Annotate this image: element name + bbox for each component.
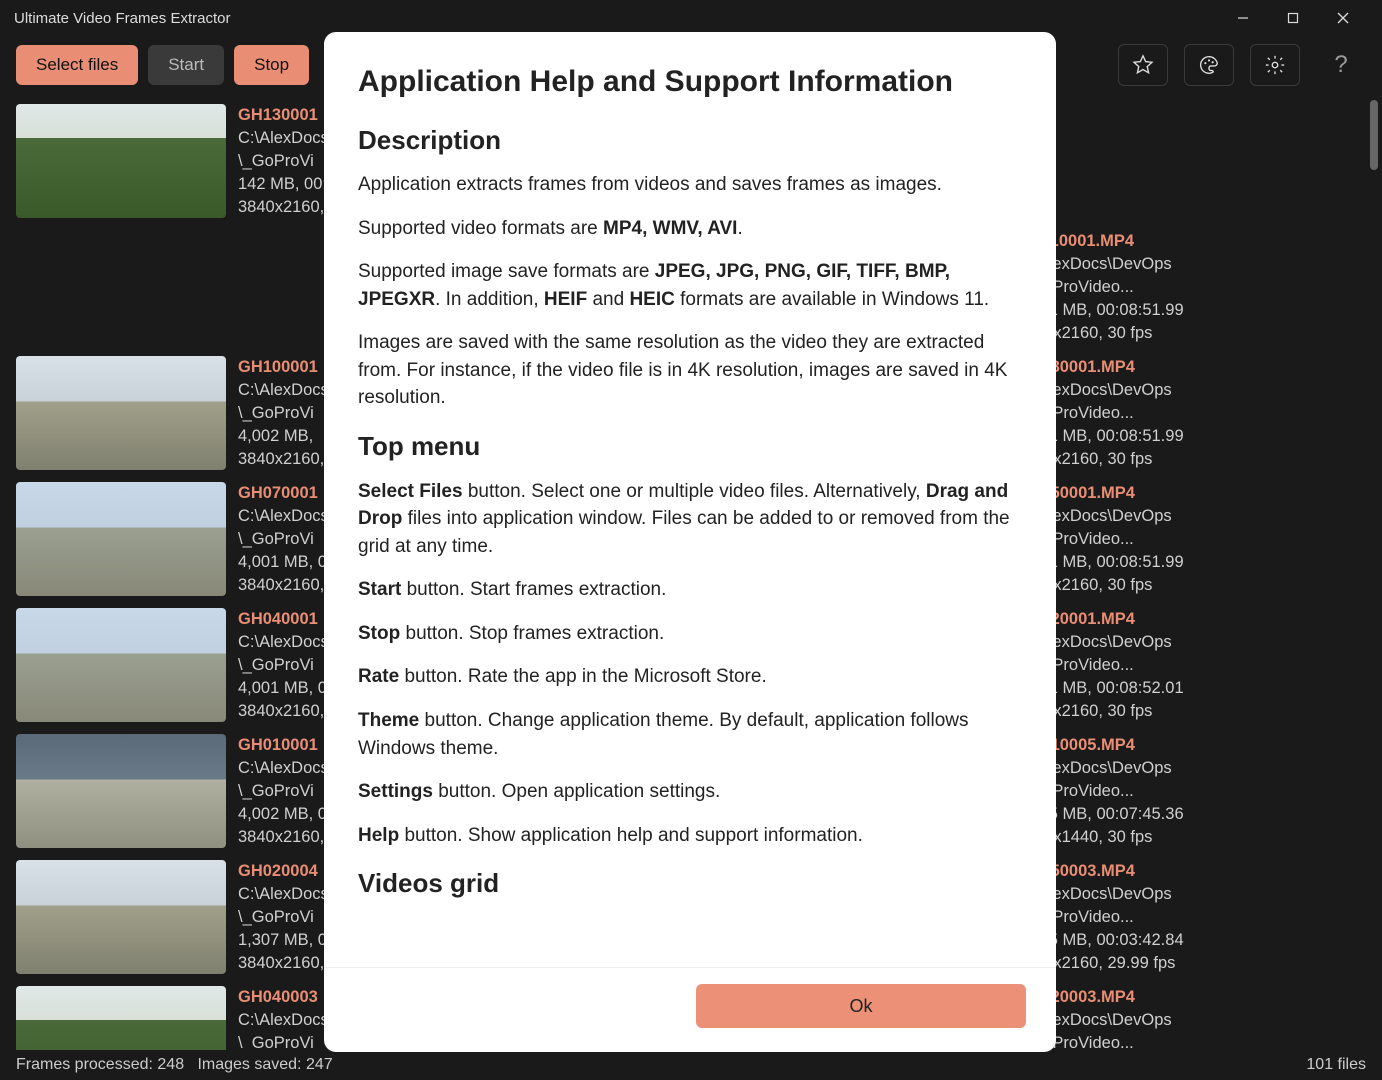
text-span: Supported video formats are (358, 218, 603, 239)
text-bold: Help (358, 825, 399, 846)
text-span: and (587, 289, 629, 310)
text-span: Supported image save formats are (358, 261, 655, 282)
help-h-description: Description (358, 122, 1022, 160)
help-p-desc2: Supported video formats are MP4, WMV, AV… (358, 215, 1022, 243)
text-bold: Start (358, 579, 401, 600)
help-modal-footer: Ok (324, 967, 1056, 1052)
help-tm2: Start button. Start frames extraction. (358, 576, 1022, 604)
help-tm6: Settings button. Open application settin… (358, 778, 1022, 806)
app-window: Ultimate Video Frames Extractor Select f… (0, 0, 1382, 1080)
help-tm4: Rate button. Rate the app in the Microso… (358, 663, 1022, 691)
text-span: button. Open application settings. (433, 781, 720, 802)
text-bold: MP4, WMV, AVI (603, 218, 737, 239)
help-modal: Application Help and Support Information… (324, 32, 1056, 1052)
help-modal-body[interactable]: Application Help and Support Information… (324, 32, 1056, 967)
text-span: button. Select one or multiple video fil… (463, 481, 926, 502)
text-bold: HEIC (629, 289, 674, 310)
modal-backdrop: Application Help and Support Information… (0, 0, 1382, 1080)
text-bold: Select Files (358, 481, 463, 502)
text-span: formats are available in Windows 11. (675, 289, 989, 310)
help-h-videosgrid: Videos grid (358, 865, 1022, 903)
text-span: button. Show application help and suppor… (399, 825, 863, 846)
text-span: files into application window. Files can… (358, 508, 1010, 557)
help-ok-button[interactable]: Ok (696, 984, 1026, 1028)
text-span: button. Rate the app in the Microsoft St… (399, 666, 767, 687)
help-h-topmenu: Top menu (358, 428, 1022, 466)
text-bold: Rate (358, 666, 399, 687)
help-p-desc4: Images are saved with the same resolutio… (358, 329, 1022, 412)
help-p-desc3: Supported image save formats are JPEG, J… (358, 258, 1022, 313)
help-tm3: Stop button. Stop frames extraction. (358, 620, 1022, 648)
help-tm7: Help button. Show application help and s… (358, 822, 1022, 850)
text-span: button. Start frames extraction. (401, 579, 666, 600)
text-bold: Theme (358, 710, 419, 731)
text-span: . (737, 218, 742, 239)
help-p-desc1: Application extracts frames from videos … (358, 171, 1022, 199)
help-tm1: Select Files button. Select one or multi… (358, 478, 1022, 561)
text-span: button. Change application theme. By def… (358, 710, 969, 759)
text-span: . In addition, (435, 289, 544, 310)
text-bold: HEIF (544, 289, 587, 310)
help-title: Application Help and Support Information (358, 60, 1022, 104)
text-span: button. Stop frames extraction. (400, 623, 664, 644)
text-bold: Stop (358, 623, 400, 644)
help-tm5: Theme button. Change application theme. … (358, 707, 1022, 762)
text-bold: Settings (358, 781, 433, 802)
